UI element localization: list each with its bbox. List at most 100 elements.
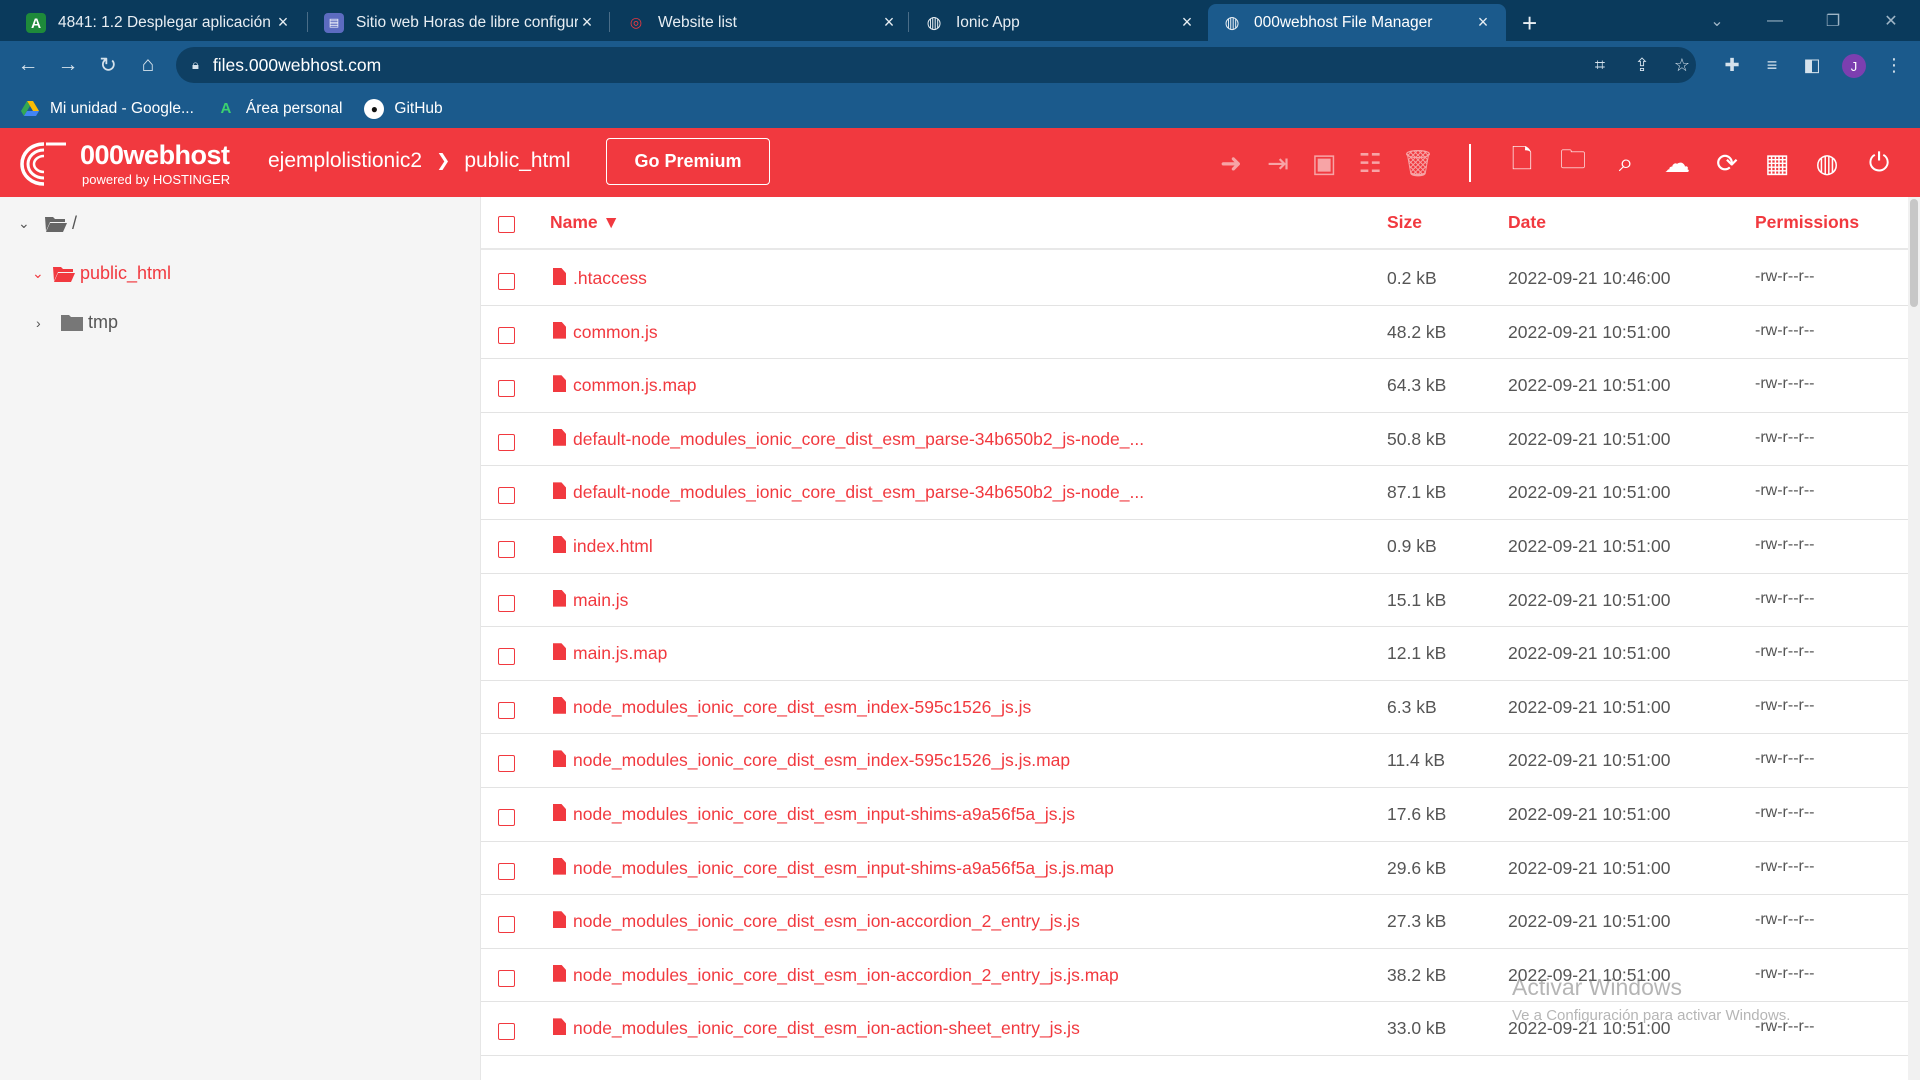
row-checkbox[interactable] xyxy=(498,594,515,612)
row-checkbox[interactable] xyxy=(498,969,515,987)
row-checkbox[interactable] xyxy=(498,862,515,880)
row-checkbox[interactable] xyxy=(498,1023,515,1041)
row-checkbox[interactable] xyxy=(498,326,515,344)
column-size-header[interactable]: Size xyxy=(1387,212,1422,233)
close-icon[interactable]: × xyxy=(1474,12,1492,33)
tree-root[interactable]: ⌄ / xyxy=(18,213,77,234)
browser-tab-2[interactable]: ▤ Sitio web Horas de libre configur × xyxy=(310,4,610,41)
column-name-header[interactable]: Name ▼ xyxy=(550,212,620,233)
breadcrumb-site[interactable]: ejemplolistionic2 xyxy=(268,149,422,173)
file-permissions[interactable]: -rw-r--r-- xyxy=(1755,268,1815,286)
new-tab-button[interactable]: + xyxy=(1522,8,1537,39)
power-icon[interactable]: ⏻ xyxy=(1862,146,1896,180)
new-folder-icon[interactable]: 🗀︎ xyxy=(1556,144,1590,180)
share-icon[interactable]: ⇪ xyxy=(1626,49,1658,81)
close-icon[interactable]: × xyxy=(274,12,292,33)
table-row[interactable]: common.js 48.2 kB 2022-09-21 10:51:00 -rw-r… xyxy=(481,306,1909,360)
table-row[interactable]: default-node_modules_ionic_core_dist_esm… xyxy=(481,413,1909,467)
browser-tab-3[interactable]: ◎ Website list × xyxy=(612,4,912,41)
reading-list-icon[interactable]: ≡ xyxy=(1756,49,1788,81)
browser-tab-5[interactable]: ◍ 000webhost File Manager × xyxy=(1208,4,1506,41)
column-date-header[interactable]: Date xyxy=(1508,212,1546,233)
tab-search-icon[interactable]: ⌄ xyxy=(1688,0,1746,41)
row-checkbox[interactable] xyxy=(498,487,515,505)
permissions-icon[interactable]: ☷ xyxy=(1353,146,1387,180)
chevron-down-icon[interactable]: ⌄ xyxy=(32,265,52,282)
upload-icon[interactable]: ☁︎ xyxy=(1660,146,1694,180)
side-panel-icon[interactable]: ◧ xyxy=(1796,49,1828,81)
tree-item-public-html[interactable]: ⌄ public_html xyxy=(32,263,171,284)
bookmark-google-drive[interactable]: Mi unidad - Google... xyxy=(20,99,194,119)
reload-icon[interactable]: ↻ xyxy=(92,49,124,81)
rename-icon[interactable]: ⇥ xyxy=(1261,146,1295,180)
trash-icon[interactable]: 🗑︎ xyxy=(1401,146,1435,180)
file-permissions[interactable]: -rw-r--r-- xyxy=(1755,590,1815,608)
profile-avatar[interactable]: J xyxy=(1842,54,1866,78)
file-permissions[interactable]: -rw-r--r-- xyxy=(1755,858,1815,876)
search-icon[interactable]: ⌕ xyxy=(1609,146,1643,180)
file-name[interactable]: node_modules_ionic_core_dist_esm_ion-act… xyxy=(573,1018,1080,1039)
bookmark-area-personal[interactable]: A Área personal xyxy=(216,99,342,119)
archive-icon[interactable]: ▣ xyxy=(1307,146,1341,180)
file-name[interactable]: node_modules_ionic_core_dist_esm_index-5… xyxy=(573,697,1031,718)
file-permissions[interactable]: -rw-r--r-- xyxy=(1755,804,1815,822)
row-checkbox[interactable] xyxy=(498,433,515,451)
translate-icon[interactable]: ⌗ xyxy=(1584,49,1616,81)
file-permissions[interactable]: -rw-r--r-- xyxy=(1755,911,1815,929)
column-permissions-header[interactable]: Permissions xyxy=(1755,212,1859,233)
breadcrumb-folder[interactable]: public_html xyxy=(464,149,570,173)
globe-icon[interactable]: ◍ xyxy=(1810,146,1844,180)
refresh-icon[interactable]: ⟳ xyxy=(1710,146,1744,180)
row-checkbox[interactable] xyxy=(498,701,515,719)
row-checkbox[interactable] xyxy=(498,755,515,773)
file-name[interactable]: node_modules_ionic_core_dist_esm_input-s… xyxy=(573,804,1075,825)
file-permissions[interactable]: -rw-r--r-- xyxy=(1755,697,1815,715)
back-icon[interactable]: ← xyxy=(12,49,44,81)
scrollbar-thumb[interactable] xyxy=(1910,199,1918,307)
row-checkbox[interactable] xyxy=(498,648,515,666)
file-permissions[interactable]: -rw-r--r-- xyxy=(1755,750,1815,768)
file-permissions[interactable]: -rw-r--r-- xyxy=(1755,429,1815,447)
file-name[interactable]: main.js xyxy=(573,590,628,611)
row-checkbox[interactable] xyxy=(498,380,515,398)
address-bar[interactable]: 🔒︎ files.000webhost.com xyxy=(176,47,1696,83)
file-permissions[interactable]: -rw-r--r-- xyxy=(1755,536,1815,554)
window-close-icon[interactable]: ✕ xyxy=(1862,0,1920,41)
close-icon[interactable]: × xyxy=(1178,12,1196,33)
bookmark-star-icon[interactable]: ☆ xyxy=(1666,49,1698,81)
table-row[interactable]: node_modules_ionic_core_dist_esm_input-s… xyxy=(481,788,1909,842)
table-row[interactable]: node_modules_ionic_core_dist_esm_input-s… xyxy=(481,842,1909,896)
file-name[interactable]: node_modules_ionic_core_dist_esm_index-5… xyxy=(573,750,1070,771)
file-permissions[interactable]: -rw-r--r-- xyxy=(1755,375,1815,393)
file-permissions[interactable]: -rw-r--r-- xyxy=(1755,322,1815,340)
file-name[interactable]: main.js.map xyxy=(573,643,667,664)
table-row[interactable]: main.js 15.1 kB 2022-09-21 10:51:00 -rw-r--… xyxy=(481,574,1909,628)
maximize-icon[interactable]: ❐ xyxy=(1804,0,1862,41)
row-checkbox[interactable] xyxy=(498,541,515,558)
new-file-icon[interactable]: 🗋︎ xyxy=(1505,144,1539,180)
table-row[interactable]: node_modules_ionic_core_dist_esm_index-5… xyxy=(481,681,1909,735)
row-checkbox[interactable] xyxy=(498,809,515,826)
table-row[interactable]: common.js.map 64.3 kB 2022-09-21 10:51:00 -… xyxy=(481,359,1909,413)
row-checkbox[interactable] xyxy=(498,273,515,290)
table-row[interactable]: node_modules_ionic_core_dist_esm_ion-acc… xyxy=(481,895,1909,949)
close-icon[interactable]: × xyxy=(578,12,596,33)
tree-item-tmp[interactable]: › tmp xyxy=(36,312,118,333)
go-premium-button[interactable]: Go Premium xyxy=(606,138,770,185)
extensions-icon[interactable]: ✚ xyxy=(1716,49,1748,81)
table-row[interactable]: index.html 0.9 kB 2022-09-21 10:51:00 -rw-r… xyxy=(481,520,1909,574)
file-permissions[interactable]: -rw-r--r-- xyxy=(1755,482,1815,500)
scrollbar[interactable] xyxy=(1908,197,1920,1080)
file-name[interactable]: common.js xyxy=(573,322,658,343)
row-checkbox[interactable] xyxy=(498,916,515,934)
lock-icon[interactable]: 🔒︎ xyxy=(192,57,199,73)
file-name[interactable]: common.js.map xyxy=(573,375,697,396)
table-row[interactable]: .htaccess 0.2 kB 2022-09-21 10:46:00 -rw-r-… xyxy=(481,252,1909,306)
file-name[interactable]: default-node_modules_ionic_core_dist_esm… xyxy=(573,429,1144,450)
table-row[interactable]: node_modules_ionic_core_dist_esm_index-5… xyxy=(481,734,1909,788)
file-name[interactable]: node_modules_ionic_core_dist_esm_ion-acc… xyxy=(573,965,1119,986)
000webhost-logo[interactable]: 000webhost powered by HOSTINGER xyxy=(18,138,248,188)
file-name[interactable]: index.html xyxy=(573,536,653,557)
grid-view-icon[interactable]: ▦ xyxy=(1760,146,1794,180)
bookmark-github[interactable]: ● GitHub xyxy=(364,98,443,119)
